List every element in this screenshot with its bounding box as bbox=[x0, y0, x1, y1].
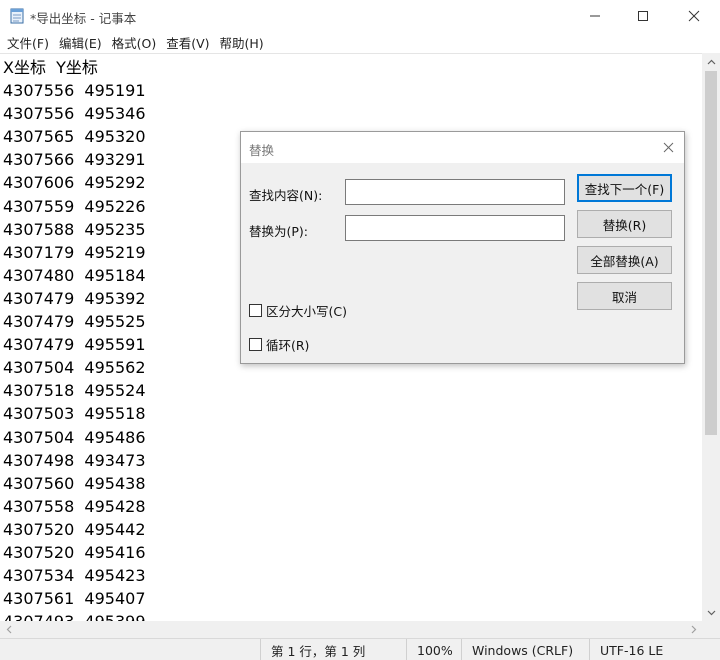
find-next-button[interactable]: 查找下一个(F) bbox=[577, 174, 672, 202]
editor-line: 4307480 495184 bbox=[3, 265, 146, 285]
editor-line: 4307556 495191 bbox=[3, 81, 146, 101]
menu-format[interactable]: 格式(O) bbox=[108, 33, 161, 52]
dialog-close-button[interactable] bbox=[652, 132, 684, 163]
editor-line: 4307179 495219 bbox=[3, 242, 146, 262]
editor-line: 4307520 495416 bbox=[3, 542, 146, 562]
replace-button[interactable]: 替换(R) bbox=[577, 210, 672, 238]
editor-line: 4307479 495525 bbox=[3, 312, 146, 332]
vertical-scroll-thumb[interactable] bbox=[705, 71, 717, 435]
match-case-box[interactable] bbox=[249, 304, 262, 317]
scroll-down-icon[interactable] bbox=[702, 604, 720, 621]
dialog-title: 替换 bbox=[249, 143, 275, 158]
cancel-button[interactable]: 取消 bbox=[577, 282, 672, 310]
editor-content: X坐标 Y坐标 4307556 495191 4307556 495346 43075… bbox=[3, 56, 146, 621]
editor-line: 4307479 495392 bbox=[3, 288, 146, 308]
scroll-right-icon[interactable] bbox=[685, 621, 702, 638]
editor-line: 4307558 495428 bbox=[3, 496, 146, 516]
editor-line: 4307503 495518 bbox=[3, 404, 146, 424]
status-zoom: 100% bbox=[406, 639, 461, 660]
scroll-left-icon[interactable] bbox=[0, 621, 17, 638]
title-bar: *导出坐标 - 记事本 bbox=[0, 0, 720, 32]
editor-line: 4307504 495562 bbox=[3, 358, 146, 378]
editor-line: 4307561 495407 bbox=[3, 589, 146, 609]
replace-input[interactable] bbox=[345, 215, 565, 241]
replace-all-button[interactable]: 全部替换(A) bbox=[577, 246, 672, 274]
editor-line: 4307534 495423 bbox=[3, 566, 146, 586]
editor-line: 4307479 495591 bbox=[3, 335, 146, 355]
notepad-icon bbox=[9, 7, 26, 24]
close-button[interactable] bbox=[671, 0, 717, 32]
status-encoding: UTF-16 LE bbox=[589, 639, 720, 660]
menu-edit[interactable]: 编辑(E) bbox=[55, 33, 106, 52]
menu-help[interactable]: 帮助(H) bbox=[216, 33, 268, 52]
find-input[interactable] bbox=[345, 179, 565, 205]
scroll-up-icon[interactable] bbox=[702, 53, 720, 70]
editor-line: 4307556 495346 bbox=[3, 104, 146, 124]
menu-file[interactable]: 文件(F) bbox=[3, 33, 53, 52]
status-bar: 第 1 行，第 1 列 100% Windows (CRLF) UTF-16 L… bbox=[0, 638, 720, 660]
dialog-title-bar[interactable]: 替换 bbox=[241, 132, 684, 163]
editor-line: 4307560 495438 bbox=[3, 473, 146, 493]
editor-line: 4307518 495524 bbox=[3, 381, 146, 401]
maximize-button[interactable] bbox=[620, 0, 666, 32]
vertical-scrollbar[interactable] bbox=[702, 53, 720, 621]
wrap-around-checkbox[interactable]: 循环(R) bbox=[249, 335, 309, 354]
editor-line: 4307498 493473 bbox=[3, 450, 146, 470]
menu-view[interactable]: 查看(V) bbox=[162, 33, 213, 52]
replace-label: 替换为(P): bbox=[249, 224, 309, 239]
close-icon bbox=[663, 138, 674, 157]
editor-line: 4307588 495235 bbox=[3, 219, 146, 239]
editor-line: 4307559 495226 bbox=[3, 196, 146, 216]
editor-line: 4307504 495486 bbox=[3, 427, 146, 447]
editor-line: 4307493 495399 bbox=[3, 610, 146, 621]
wrap-around-label: 循环(R) bbox=[266, 338, 310, 353]
status-cursor-position: 第 1 行，第 1 列 bbox=[260, 639, 404, 660]
editor-line: X坐标 Y坐标 bbox=[3, 58, 98, 77]
window-title: *导出坐标 - 记事本 bbox=[30, 11, 137, 26]
menu-bar: 文件(F) 编辑(E) 格式(O) 查看(V) 帮助(H) bbox=[0, 32, 720, 52]
wrap-around-box[interactable] bbox=[249, 338, 262, 351]
scrollbar-corner bbox=[702, 621, 720, 638]
editor-line: 4307606 495292 bbox=[3, 173, 146, 193]
editor-line: 4307565 495320 bbox=[3, 127, 146, 147]
horizontal-scrollbar[interactable] bbox=[0, 621, 702, 638]
find-label: 查找内容(N): bbox=[249, 188, 323, 203]
editor-line: 4307520 495442 bbox=[3, 519, 146, 539]
status-line-ending: Windows (CRLF) bbox=[461, 639, 589, 660]
minimize-button[interactable] bbox=[572, 0, 618, 32]
editor-line: 4307566 493291 bbox=[3, 150, 146, 170]
match-case-checkbox[interactable]: 区分大小写(C) bbox=[249, 301, 347, 320]
match-case-label: 区分大小写(C) bbox=[266, 304, 347, 319]
replace-dialog: 替换 查找内容(N): 替换为(P): 查找下一个(F) 替换(R) 全部替换(… bbox=[240, 131, 685, 364]
